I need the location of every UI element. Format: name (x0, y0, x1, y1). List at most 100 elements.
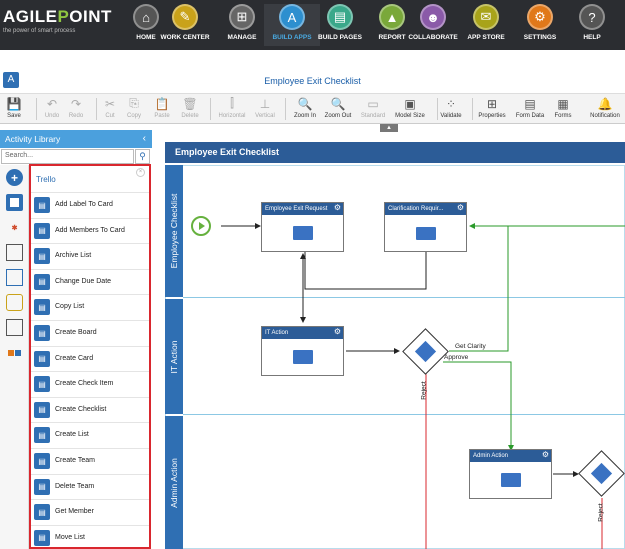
close-icon[interactable]: × (136, 168, 145, 177)
form-task-icon (292, 226, 313, 240)
activity-create-board[interactable]: ▤ Create Board (31, 320, 149, 345)
activity-create-team[interactable]: ▤ Create Team (31, 448, 149, 473)
toolbar-separator (437, 98, 438, 120)
help-icon: ? (579, 4, 605, 30)
trello-activity-icon: ▤ (34, 325, 50, 341)
horizontal-icon: ⫿ (230, 96, 234, 110)
nav-label: COLLABORATE (408, 34, 458, 41)
gear-icon[interactable]: ⚙ (334, 327, 341, 336)
trello-activity-icon: ▤ (34, 197, 50, 213)
task-admin-action[interactable]: Admin Action ⚙ (469, 449, 552, 499)
gear-icon[interactable]: ⚙ (457, 203, 464, 212)
validate-button[interactable]: ⁘ Validate (433, 96, 469, 120)
nav-label: HELP (583, 34, 601, 41)
trello-activity-icon: ▤ (34, 453, 50, 469)
properties-button[interactable]: ⊞ Properties (474, 96, 510, 120)
activity-change-due-date[interactable]: ▤ Change Due Date (31, 268, 149, 294)
gear-icon[interactable]: ⚙ (334, 203, 341, 212)
task-title: Employee Exit Request (265, 206, 328, 212)
monitor-icon[interactable] (6, 319, 23, 336)
activity-label: Archive List (55, 252, 92, 260)
logo-text: AGILEPOINT (3, 7, 112, 26)
screen-icon[interactable] (6, 244, 23, 261)
activity-archive-list[interactable]: ▤ Archive List (31, 243, 149, 268)
nav-label: BUILD PAGES (318, 34, 362, 41)
activity-delete-team[interactable]: ▤ Delete Team (31, 473, 149, 499)
delete-icon: 🗑 (182, 96, 198, 111)
slack-icon[interactable]: ✱ (6, 219, 23, 236)
activity-create-list[interactable]: ▤ Create List (31, 422, 149, 447)
work-center-icon: ✎ (172, 4, 198, 30)
nav-item-work-center[interactable]: ✎ WORK CENTER (157, 4, 213, 46)
nav-label: SETTINGS (523, 34, 557, 41)
standard-button[interactable]: ▭ Standard (355, 96, 391, 120)
process-canvas[interactable]: Employee Exit Checklist Employee Checkli… (153, 134, 625, 549)
toolbar-label: Redo (68, 113, 84, 119)
task-title: Clarification Requir... (388, 206, 444, 212)
save-button[interactable]: 💾 Save (0, 96, 32, 120)
notification-button[interactable]: 🔔 Notification (587, 96, 623, 120)
form-data-button[interactable]: ▤ Form Data (512, 96, 548, 120)
nav-item-manage[interactable]: ⊞ MANAGE (214, 4, 270, 46)
activity-label: Get Member (55, 508, 94, 516)
activity-add-members-to-card[interactable]: ▤ Add Members To Card (31, 217, 149, 243)
redo-button[interactable]: ↷ Redo (58, 96, 94, 120)
trello-activity-icon: ▤ (34, 299, 50, 316)
nav-item-app-store[interactable]: ✉ APP STORE (458, 4, 514, 46)
activity-copy-list[interactable]: ▤ Copy List (31, 294, 149, 319)
trello-activity-icon: ▤ (34, 248, 50, 265)
start-event[interactable] (191, 216, 211, 236)
forms-button[interactable]: ▦ Forms (545, 96, 581, 120)
model-size-button[interactable]: ▣ Model Size (392, 96, 428, 120)
gear-icon[interactable]: ⚙ (542, 450, 549, 459)
trello-activity-icon: ▤ (34, 529, 50, 546)
collapse-panel-icon[interactable]: ‹ (143, 133, 146, 144)
nav-item-build-pages[interactable]: ▤ BUILD PAGES (312, 4, 368, 46)
nav-item-help[interactable]: ? HELP (564, 4, 620, 46)
activity-move-list[interactable]: ▤ Move List (31, 524, 149, 549)
activity-create-checklist[interactable]: ▤ Create Checklist (31, 396, 149, 422)
nav-item-collaborate[interactable]: ☻ COLLABORATE (405, 4, 461, 46)
add-category-icon[interactable]: + (6, 169, 23, 186)
activity-add-label-to-card[interactable]: ▤ Add Label To Card (31, 192, 149, 217)
report-icon: ▲ (379, 4, 405, 30)
model-size-icon: ▣ (404, 96, 416, 111)
toolbar-label: Properties (478, 113, 506, 119)
trello-icon[interactable] (6, 194, 23, 211)
trello-activity-icon: ▤ (34, 504, 50, 521)
zoom-in-icon: 🔍 (297, 96, 313, 111)
collapse-toolbar-button[interactable]: ▲ (380, 124, 398, 132)
delete-button[interactable]: 🗑 Delete (172, 96, 208, 120)
toolbar-label: Save (7, 113, 21, 119)
activity-label: Create Checklist (55, 405, 107, 413)
toolbar-label: Standard (360, 113, 386, 119)
activity-label: Move List (55, 533, 85, 541)
task-it-action[interactable]: IT Action ⚙ (261, 326, 344, 376)
toolbar-label: Form Data (515, 113, 545, 119)
activity-label: Create Check Item (55, 380, 114, 388)
zoom-out-button[interactable]: 🔍 Zoom Out (320, 96, 356, 120)
activity-create-card[interactable]: ▤ Create Card (31, 345, 149, 371)
toolbar-label: Delete (181, 113, 199, 119)
form-icon[interactable] (6, 269, 23, 286)
trello-activity-icon: ▤ (34, 273, 50, 290)
trello-activity-icon: ▤ (34, 376, 50, 393)
search-icon[interactable]: ⚲ (135, 149, 150, 164)
integration-icon[interactable] (6, 344, 23, 361)
trello-activity-icon: ▤ (34, 478, 50, 495)
comment-icon[interactable] (6, 294, 23, 311)
horizontal-button[interactable]: ⫿ Horizontal (214, 96, 250, 119)
task-clarification-required[interactable]: Clarification Requir... ⚙ (384, 202, 467, 252)
activity-search-input[interactable]: Search... (1, 149, 134, 164)
activity-label: Create Team (55, 457, 95, 464)
activity-get-member[interactable]: ▤ Get Member (31, 499, 149, 524)
nav-item-settings[interactable]: ⚙ SETTINGS (512, 4, 568, 46)
toolbar-label: Vertical (255, 113, 275, 119)
standard-icon: ▭ (367, 96, 379, 111)
activity-create-check-item[interactable]: ▤ Create Check Item (31, 371, 149, 396)
task-employee-exit-request[interactable]: Employee Exit Request ⚙ (261, 202, 344, 252)
vertical-button[interactable]: ⊥ Vertical (247, 96, 283, 120)
zoom-in-button[interactable]: 🔍 Zoom In (287, 96, 323, 120)
activity-label: Add Members To Card (55, 226, 125, 234)
agilepoint-logo[interactable]: AGILEPOINT the power of smart process (3, 7, 123, 43)
